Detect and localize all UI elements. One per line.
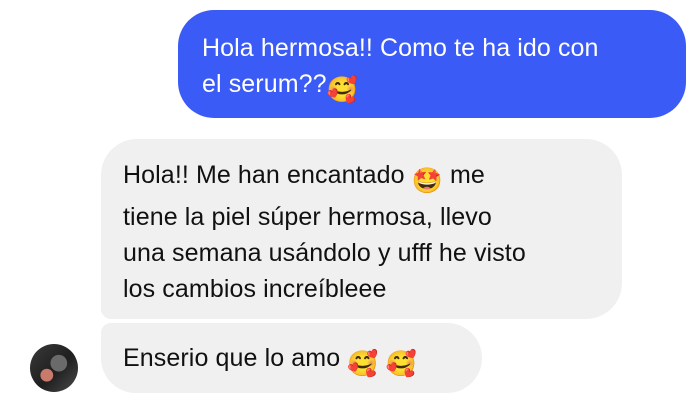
- message-line: los cambios increíbleee: [123, 275, 387, 303]
- message-line: una semana usándolo y ufff he visto: [123, 239, 526, 267]
- message-line: Enserio que lo amo 🥰 🥰: [123, 340, 464, 382]
- message-line: tiene la piel súper hermosa, llevo: [123, 203, 492, 231]
- message-line: Hola hermosa!! Como te ha ido con: [202, 34, 599, 62]
- outgoing-message-bubble[interactable]: Hola hermosa!! Como te ha ido con el ser…: [178, 10, 686, 118]
- message-line-text: Enserio que lo amo: [123, 344, 341, 372]
- smiling-face-with-hearts-icon: 🥰: [385, 349, 417, 378]
- chat-thread: Hola hermosa!! Como te ha ido con el ser…: [0, 0, 700, 406]
- contact-avatar[interactable]: [30, 344, 78, 392]
- message-line-text: me: [450, 161, 485, 189]
- message-line: Hola!! Me han encantado 🤩 me: [123, 157, 604, 199]
- message-line-text: el serum??: [202, 70, 327, 98]
- message-line-text: Hola!! Me han encantado: [123, 161, 405, 189]
- smiling-face-with-hearts-icon: 🥰: [326, 75, 358, 104]
- message-line: el serum??🥰: [202, 66, 664, 108]
- smiling-face-with-hearts-icon: 🥰: [347, 349, 379, 378]
- star-struck-icon: 🤩: [411, 166, 443, 195]
- incoming-message-bubble[interactable]: Enserio que lo amo 🥰 🥰: [101, 323, 482, 393]
- incoming-message-bubble[interactable]: Hola!! Me han encantado 🤩 me tiene la pi…: [101, 139, 622, 319]
